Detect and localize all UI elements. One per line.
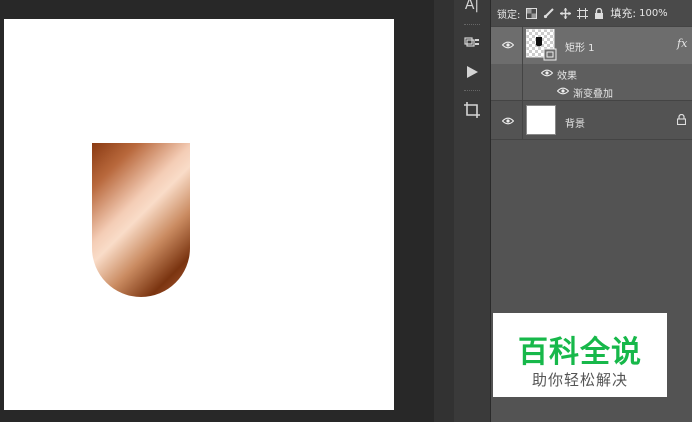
gradient-overlay-eye-icon: [557, 87, 569, 95]
layer-name-background[interactable]: 背景: [565, 115, 585, 130]
layer-name-shape[interactable]: 矩形 1: [565, 39, 595, 54]
lock-bar: 锁定: 填充: 100%: [491, 0, 692, 26]
lock-label: 锁定:: [497, 9, 521, 21]
play-action-button[interactable]: [454, 60, 490, 84]
eye-icon: [502, 117, 514, 125]
cube-grid-icon: [464, 37, 479, 47]
fill-label: 填充:: [610, 7, 637, 20]
visibility-divider: [522, 27, 523, 64]
effects-label: 效果: [557, 71, 577, 82]
gradient-overlay-label: 渐变叠加: [573, 89, 613, 100]
document-workspace: [0, 0, 434, 422]
lock-all-icon[interactable]: [594, 7, 604, 19]
fill-value-input[interactable]: 100%: [639, 8, 668, 19]
lock-image-pixels-icon[interactable]: [543, 7, 555, 19]
visibility-divider: [522, 101, 523, 139]
eye-icon: [502, 41, 514, 49]
shape-layer-thumbnail-icon: [525, 28, 557, 61]
visibility-divider: [522, 82, 523, 100]
watermark-title: 百科全说: [518, 335, 642, 370]
panel-separator: [434, 0, 454, 422]
lock-transparent-pixels-icon[interactable]: [526, 7, 538, 19]
layer-thumbnail[interactable]: [525, 28, 558, 61]
gradient-overlay-effect-row[interactable]: 渐变叠加: [491, 82, 692, 100]
panel-grip-2[interactable]: [464, 90, 480, 93]
type-tool-button[interactable]: A|: [454, 0, 490, 16]
type-tool-icon: A|: [464, 0, 480, 13]
visibility-divider: [522, 64, 523, 82]
background-visibility-toggle[interactable]: [502, 117, 514, 125]
lock-position-icon[interactable]: [560, 7, 572, 19]
layer-row-background[interactable]: 背景: [491, 100, 692, 140]
background-thumbnail[interactable]: [526, 105, 556, 135]
collapsed-tool-strip: A|: [454, 0, 491, 422]
layer-lock-icon[interactable]: [677, 114, 686, 125]
watermark-logo: 百科全说 助你轻松解决: [493, 313, 667, 397]
crop-tool-button[interactable]: [454, 98, 490, 122]
lock-artboard-icon[interactable]: [577, 7, 589, 19]
layer-effects-row[interactable]: 效果: [491, 64, 692, 82]
panel-grip[interactable]: [464, 24, 480, 27]
3d-tool-button[interactable]: [454, 32, 490, 56]
document-canvas[interactable]: [4, 19, 394, 410]
layer-visibility-toggle[interactable]: [502, 41, 514, 49]
layer-row-shape[interactable]: 矩形 1 fx: [491, 26, 692, 64]
effects-eye-icon: [541, 69, 553, 77]
crop-icon: [464, 102, 480, 118]
play-icon: [467, 66, 478, 78]
rounded-rectangle-shape[interactable]: [92, 143, 190, 297]
watermark-subtitle: 助你轻松解决: [531, 371, 628, 389]
layer-effects-fx-icon[interactable]: fx: [677, 37, 687, 50]
